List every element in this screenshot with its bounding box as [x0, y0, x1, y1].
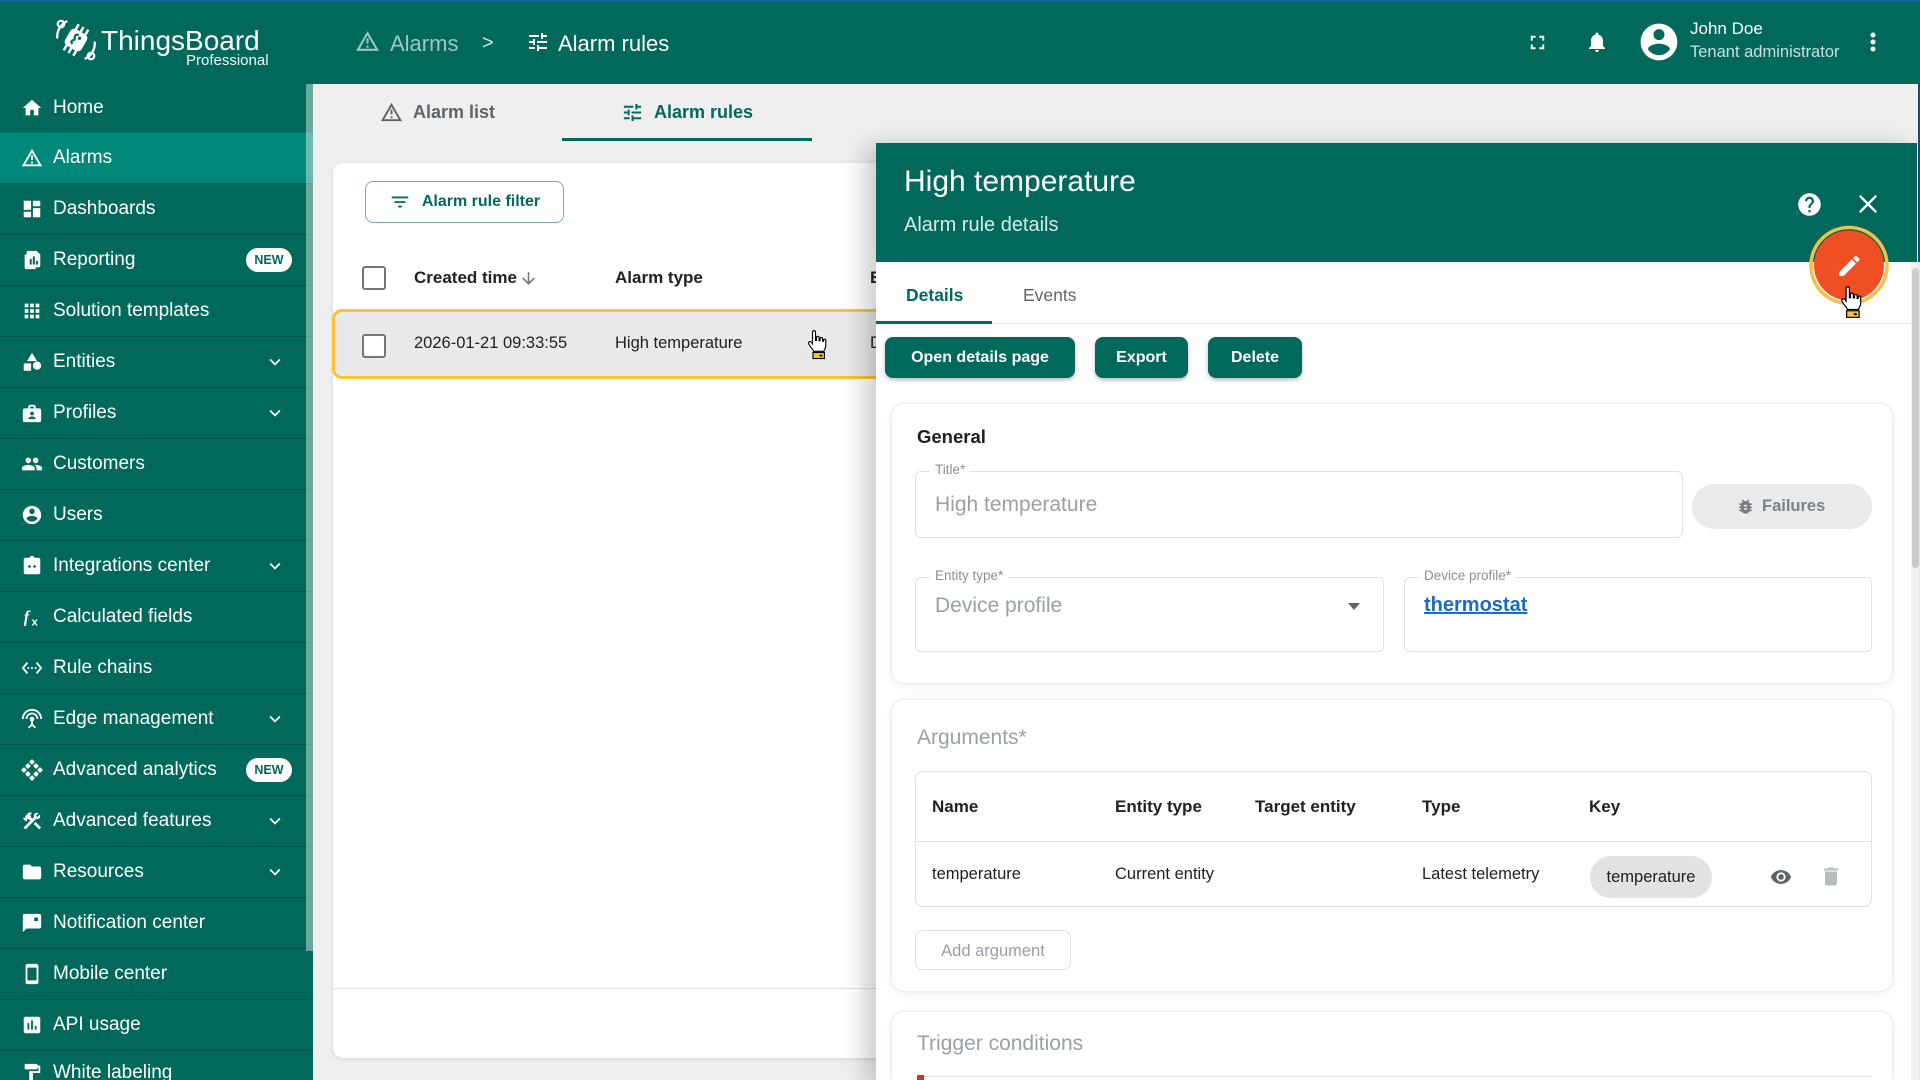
svg-text:x: x [32, 616, 39, 628]
svg-text:f: f [24, 608, 31, 627]
